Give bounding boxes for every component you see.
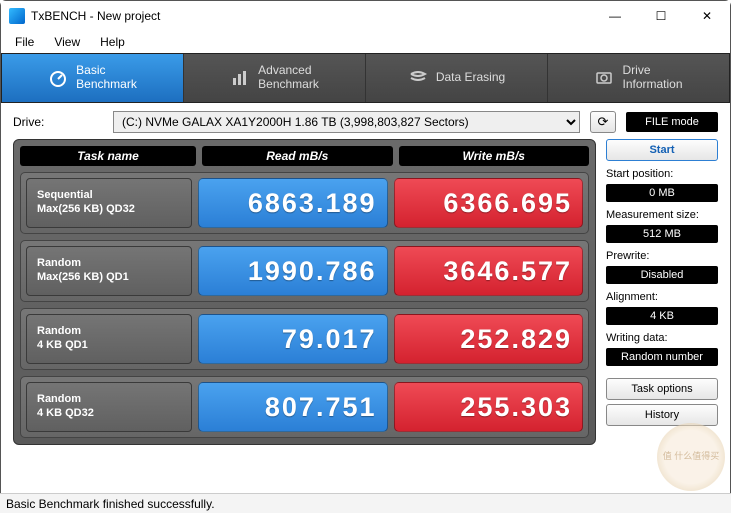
writing-data-value: Random number [606,348,718,366]
start-position-label: Start position: [606,168,718,180]
task-name-1: Random [37,325,181,339]
tab-bar: Basic Benchmark Advanced Benchmark Data … [1,53,730,103]
sidebar: Start Start position: 0 MB Measurement s… [606,139,718,445]
task-cell: Random 4 KB QD1 [26,314,192,364]
app-icon [9,8,25,24]
task-name-1: Random [37,257,181,271]
task-cell: Random Max(256 KB) QD1 [26,246,192,296]
task-cell: Random 4 KB QD32 [26,382,192,432]
prewrite-value: Disabled [606,266,718,284]
task-name-2: Max(256 KB) QD1 [37,271,181,285]
status-bar: Basic Benchmark finished successfully. [0,493,731,513]
results-panel: Task name Read mB/s Write mB/s Sequentia… [13,139,596,445]
history-button[interactable]: History [606,404,718,426]
measurement-size-value: 512 MB [606,225,718,243]
menu-file[interactable]: File [5,33,44,51]
maximize-button[interactable]: ☐ [638,1,684,31]
task-name-2: Max(256 KB) QD32 [37,203,181,217]
measurement-size-label: Measurement size: [606,209,718,221]
start-button[interactable]: Start [606,139,718,161]
alignment-value: 4 KB [606,307,718,325]
drive-select[interactable]: (C:) NVMe GALAX XA1Y2000H 1.86 TB (3,998… [113,111,580,133]
header-write: Write mB/s [399,146,590,166]
tab-advanced-benchmark[interactable]: Advanced Benchmark [184,54,366,102]
result-row: Sequential Max(256 KB) QD32 6863.189 636… [20,172,589,234]
results-header: Task name Read mB/s Write mB/s [20,146,589,166]
drive-label: Drive: [13,115,103,129]
result-row: Random Max(256 KB) QD1 1990.786 3646.577 [20,240,589,302]
tab-data-erasing[interactable]: Data Erasing [366,54,548,102]
erase-icon [408,68,428,88]
gauge-icon [48,68,68,88]
tab-label: Advanced Benchmark [258,64,319,92]
task-name-1: Random [37,393,181,407]
result-row: Random 4 KB QD32 807.751 255.303 [20,376,589,438]
minimize-button[interactable]: — [592,1,638,31]
tab-drive-information[interactable]: Drive Information [548,54,729,102]
prewrite-label: Prewrite: [606,250,718,262]
refresh-icon: ⟳ [598,114,609,130]
write-value: 252.829 [394,314,584,364]
tab-label: Drive Information [622,64,682,92]
close-button[interactable]: ✕ [684,1,730,31]
write-value: 255.303 [394,382,584,432]
read-value: 1990.786 [198,246,388,296]
bars-icon [230,68,250,88]
write-value: 3646.577 [394,246,584,296]
menu-bar: File View Help [1,31,730,53]
write-value: 6366.695 [394,178,584,228]
menu-help[interactable]: Help [90,33,135,51]
read-value: 79.017 [198,314,388,364]
task-cell: Sequential Max(256 KB) QD32 [26,178,192,228]
start-position-value: 0 MB [606,184,718,202]
window-title: TxBENCH - New project [31,9,592,23]
task-name-2: 4 KB QD32 [37,407,181,421]
refresh-button[interactable]: ⟳ [590,111,616,133]
file-mode-button[interactable]: FILE mode [626,112,718,132]
drive-row: Drive: (C:) NVMe GALAX XA1Y2000H 1.86 TB… [1,103,730,139]
read-value: 6863.189 [198,178,388,228]
read-value: 807.751 [198,382,388,432]
task-name-2: 4 KB QD1 [37,339,181,353]
disk-icon [594,68,614,88]
tab-label: Data Erasing [436,71,505,85]
alignment-label: Alignment: [606,291,718,303]
result-row: Random 4 KB QD1 79.017 252.829 [20,308,589,370]
task-name-1: Sequential [37,189,181,203]
header-read: Read mB/s [202,146,393,166]
menu-view[interactable]: View [44,33,90,51]
title-bar: TxBENCH - New project — ☐ ✕ [1,1,730,31]
tab-basic-benchmark[interactable]: Basic Benchmark [2,54,184,102]
task-options-button[interactable]: Task options [606,378,718,400]
writing-data-label: Writing data: [606,332,718,344]
header-task: Task name [20,146,196,166]
tab-label: Basic Benchmark [76,64,137,92]
